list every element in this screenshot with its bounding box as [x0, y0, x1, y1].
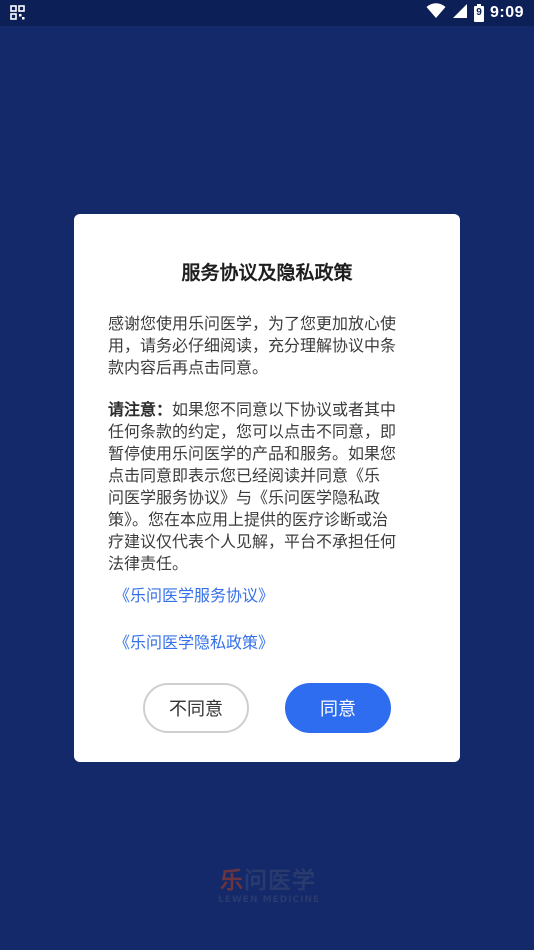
- dialog-title: 服务协议及隐私政策: [181, 262, 353, 284]
- notice-label: 请注意：: [108, 400, 173, 419]
- logo-english: LEWEN MEDICINE: [218, 895, 321, 905]
- wifi-icon: [426, 2, 446, 24]
- disagree-button[interactable]: 不同意: [143, 683, 249, 733]
- logo-chinese-first: 乐: [220, 868, 244, 894]
- logo-chinese: 乐问医学: [218, 868, 318, 894]
- notice-body: 如果您不同意以下协议或者其中 任何条款的约定，您可以点击不同意，即 暂停使用乐问…: [108, 400, 397, 573]
- notice-text: 请注意：如果您不同意以下协议或者其中 任何条款的约定，您可以点击不同意，即 暂停…: [108, 399, 424, 575]
- battery-icon: 9: [473, 4, 484, 22]
- notification-app-icon: [10, 5, 26, 21]
- status-bar: 9 9:09: [0, 0, 534, 26]
- battery-level-text: 9: [476, 7, 482, 18]
- agree-button[interactable]: 同意: [285, 683, 391, 733]
- app-logo: 乐问医学 LEWEN MEDICINE: [218, 868, 321, 908]
- agreement-dialog: 服务协议及隐私政策 感谢您使用乐问医学，为了您更加放心使 用，请务必仔细阅读，充…: [74, 214, 460, 762]
- service-agreement-link[interactable]: 《乐问医学服务协议》: [114, 585, 274, 607]
- cellular-signal-icon: [452, 3, 468, 24]
- privacy-policy-link[interactable]: 《乐问医学隐私政策》: [114, 632, 274, 654]
- logo-chinese-rest: 问医学: [244, 868, 316, 894]
- status-icons: 9 9:09: [426, 2, 524, 24]
- status-time: 9:09: [489, 4, 524, 21]
- intro-text: 感谢您使用乐问医学，为了您更加放心使 用，请务必仔细阅读，充分理解协议中条 款内…: [108, 314, 397, 377]
